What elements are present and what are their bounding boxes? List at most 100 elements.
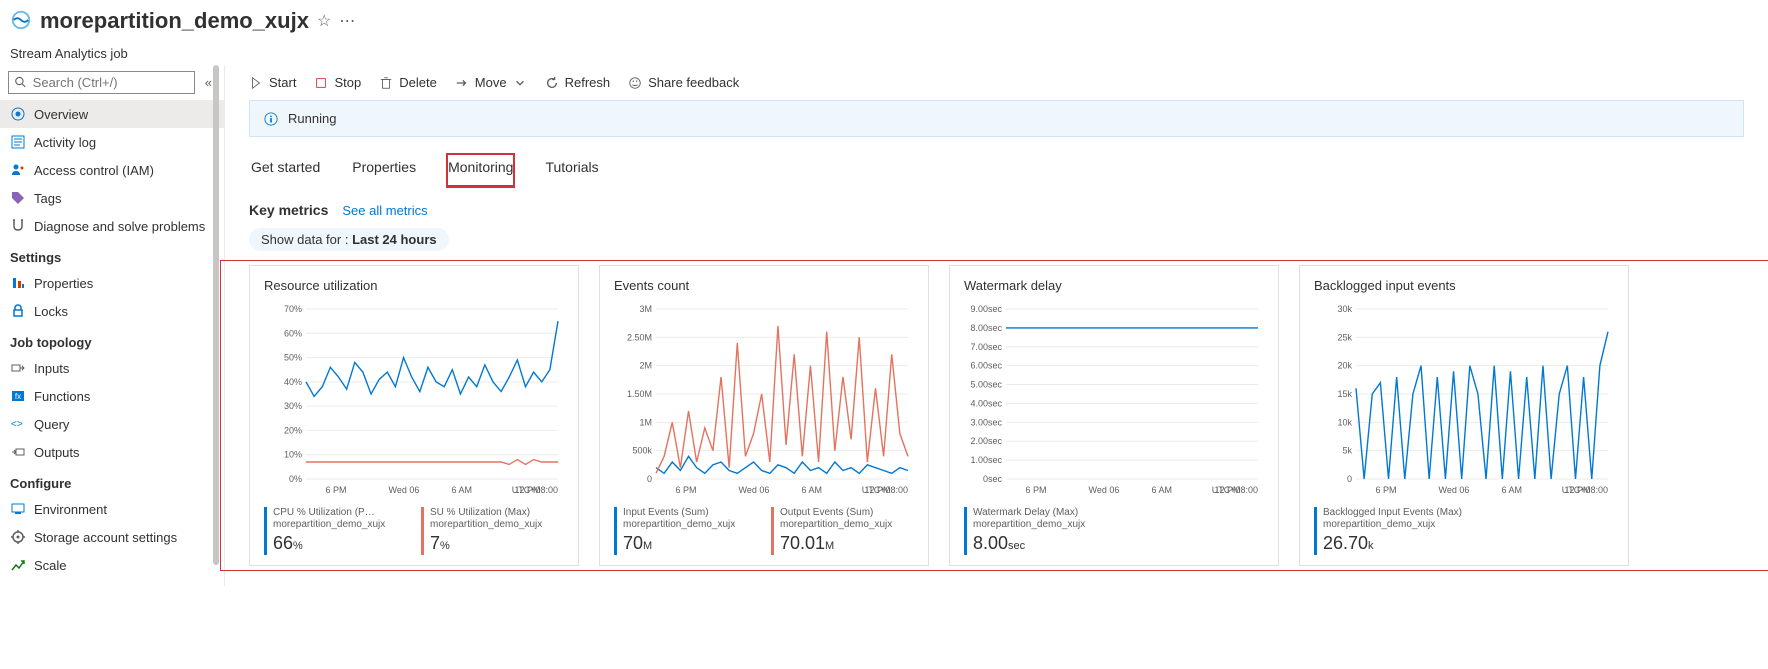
svg-text:2.00sec: 2.00sec [970,436,1002,446]
nav-inputs[interactable]: Inputs [0,354,224,382]
svg-text:7.00sec: 7.00sec [970,342,1002,352]
feedback-button[interactable]: Share feedback [628,75,739,90]
chart-resource: 0%10%20%30%40%50%60%70%6 PMWed 066 AM12 … [264,301,564,501]
svg-text:6 PM: 6 PM [1026,485,1047,495]
time-range-pill[interactable]: Show data for : Last 24 hours [249,228,449,251]
metrics-heading: Key metrics [249,202,328,218]
chart-watermark: 0sec 1.00sec 2.00sec 3.00sec 4.00sec 5.00sec 6… [964,301,1264,501]
svg-text:UTC+08:00: UTC+08:00 [862,485,908,495]
tab-properties[interactable]: Properties [350,153,418,188]
chart-events: 0500k1M1.50M2M2.50M3M6 PMWed 066 AM12 PM… [614,301,914,501]
svg-text:0: 0 [1347,474,1352,484]
nav-query[interactable]: <> Query [0,410,224,438]
card-resource-utilization[interactable]: Resource utilization 0%10%20%30%40%50%60… [249,265,579,566]
start-button[interactable]: Start [249,75,296,90]
service-icon [10,9,32,34]
svg-text:Wed 06: Wed 06 [389,485,420,495]
nav-scale[interactable]: Scale [0,551,224,579]
nav-storage-settings[interactable]: Storage account settings [0,523,224,551]
info-icon [264,112,278,126]
card-watermark-delay[interactable]: Watermark delay 0sec1.00sec2.00sec3.00se… [949,265,1279,566]
svg-text:3.00sec: 3.00sec [970,417,1002,427]
svg-text:15k: 15k [1337,389,1352,399]
svg-text:9.00sec: 9.00sec [970,304,1002,314]
nav-section-settings: Settings [0,240,224,269]
svg-text:25k: 25k [1337,332,1352,342]
svg-text:30%: 30% [284,401,302,411]
legend-output-events: Output Events (Sum) morepartition_demo_x… [771,507,914,555]
svg-text:UTC+08:00: UTC+08:00 [1562,485,1608,495]
nav-environment[interactable]: Environment [0,495,224,523]
search-input[interactable] [8,71,195,94]
svg-text:10k: 10k [1337,417,1352,427]
svg-text:1.50M: 1.50M [627,389,652,399]
status-text: Running [288,111,336,126]
chart-backlog: 05k10k15k20k25k30k6 PMWed 066 AM12 PMUTC… [1314,301,1614,501]
sidebar: « Overview Activity log Access control (… [0,65,225,586]
svg-text:5.00sec: 5.00sec [970,380,1002,390]
nav-locks[interactable]: Locks [0,297,224,325]
chevron-down-icon [513,76,527,90]
legend-input-events: Input Events (Sum) morepartition_demo_xu… [614,507,757,555]
status-banner: Running [249,100,1744,137]
svg-text:fx: fx [15,392,21,401]
tab-monitoring[interactable]: Monitoring [446,153,515,188]
tab-tutorials[interactable]: Tutorials [543,153,600,188]
svg-text:1M: 1M [639,417,652,427]
card-backlogged-events[interactable]: Backlogged input events 05k10k15k20k25k3… [1299,265,1629,566]
favorite-star-icon[interactable]: ☆ [317,11,331,31]
svg-text:6.00sec: 6.00sec [970,361,1002,371]
svg-text:30k: 30k [1337,304,1352,314]
svg-text:10%: 10% [284,450,302,460]
svg-text:50%: 50% [284,353,302,363]
stop-button[interactable]: Stop [314,75,361,90]
refresh-button[interactable]: Refresh [545,75,611,90]
svg-text:6 AM: 6 AM [802,485,823,495]
move-button[interactable]: Move [455,75,527,90]
svg-text:Wed 06: Wed 06 [1089,485,1120,495]
svg-text:6 AM: 6 AM [452,485,473,495]
svg-text:500k: 500k [632,446,652,456]
nav-outputs[interactable]: Outputs [0,438,224,466]
svg-text:6 PM: 6 PM [326,485,347,495]
legend-backlog: Backlogged Input Events (Max) morepartit… [1314,507,1614,555]
scrollbar[interactable] [213,65,219,565]
svg-text:0%: 0% [289,474,302,484]
metric-cards: Resource utilization 0%10%20%30%40%50%60… [225,265,1768,566]
nav-tags[interactable]: Tags [0,184,224,212]
svg-text:5k: 5k [1342,446,1352,456]
svg-text:4.00sec: 4.00sec [970,398,1002,408]
nav-properties[interactable]: Properties [0,269,224,297]
svg-text:6 PM: 6 PM [1376,485,1397,495]
page-title: morepartition_demo_xujx [40,8,309,34]
svg-text:UTC+08:00: UTC+08:00 [1212,485,1258,495]
svg-text:0: 0 [647,474,652,484]
svg-text:8.00sec: 8.00sec [970,323,1002,333]
svg-text:UTC+08:00: UTC+08:00 [512,485,558,495]
nav-access-control[interactable]: Access control (IAM) [0,156,224,184]
svg-text:0sec: 0sec [983,474,1003,484]
nav-functions[interactable]: fx Functions [0,382,224,410]
nav-section-topology: Job topology [0,325,224,354]
nav-section-configure: Configure [0,466,224,495]
more-icon[interactable]: ⋯ [339,11,355,31]
svg-text:20k: 20k [1337,361,1352,371]
svg-text:<>: <> [11,419,23,430]
card-events-count[interactable]: Events count 0500k1M1.50M2M2.50M3M6 PMWe… [599,265,929,566]
nav-overview[interactable]: Overview [0,100,224,128]
svg-text:70%: 70% [284,304,302,314]
tabs: Get started Properties Monitoring Tutori… [225,153,1768,188]
nav-activity-log[interactable]: Activity log [0,128,224,156]
svg-text:6 PM: 6 PM [676,485,697,495]
see-all-metrics-link[interactable]: See all metrics [342,203,427,218]
delete-button[interactable]: Delete [379,75,437,90]
svg-text:6 AM: 6 AM [1152,485,1173,495]
svg-text:1.00sec: 1.00sec [970,455,1002,465]
legend-cpu: CPU % Utilization (P… morepartition_demo… [264,507,407,555]
svg-text:60%: 60% [284,328,302,338]
svg-text:2.50M: 2.50M [627,332,652,342]
nav-diagnose[interactable]: Diagnose and solve problems [0,212,224,240]
svg-text:Wed 06: Wed 06 [1439,485,1470,495]
svg-text:Wed 06: Wed 06 [739,485,770,495]
tab-get-started[interactable]: Get started [249,153,322,188]
